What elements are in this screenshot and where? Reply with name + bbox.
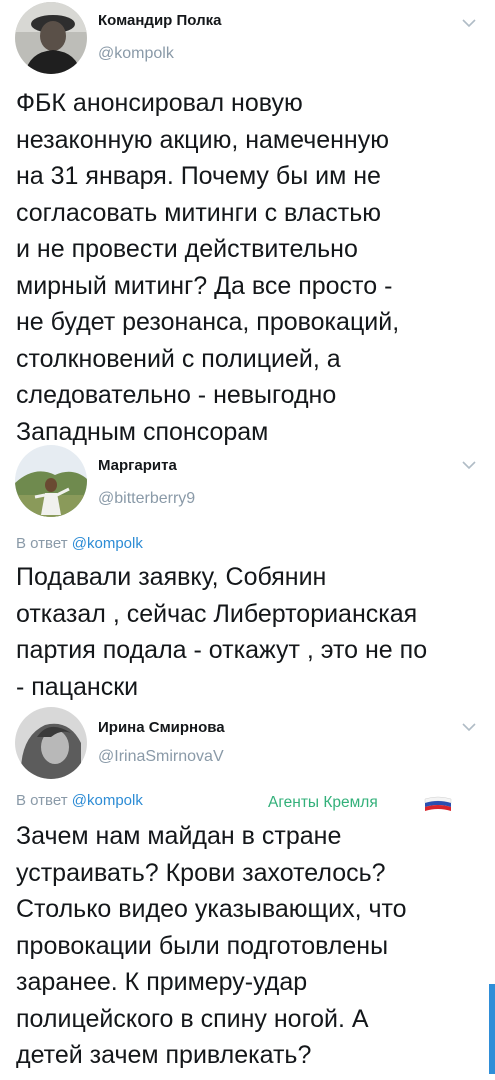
tweet-text: ФБК анонсировал новую незаконную акцию, … bbox=[16, 89, 400, 446]
russian-flag-icon bbox=[424, 796, 452, 811]
avatar[interactable] bbox=[15, 2, 87, 74]
reply-to-link[interactable]: @kompolk bbox=[72, 792, 143, 809]
user-avatar-photo-icon bbox=[15, 445, 87, 517]
reply-prefix: В ответ bbox=[16, 535, 68, 552]
user-avatar-photo-icon bbox=[15, 2, 87, 74]
chevron-down-icon[interactable] bbox=[462, 460, 476, 470]
scrollbar[interactable] bbox=[489, 984, 495, 1074]
author-handle[interactable]: @kompolk bbox=[98, 45, 174, 63]
author-handle[interactable]: @bitterberry9 bbox=[98, 490, 195, 508]
tweet-text: Зачем нам майдан в стране устраивать? Кр… bbox=[16, 822, 407, 1069]
reply-prefix: В ответ bbox=[16, 792, 68, 809]
avatar[interactable] bbox=[15, 445, 87, 517]
tweet-1[interactable]: Командир Полка @kompolk ФБК анонсировал … bbox=[0, 0, 495, 446]
tweet-text: Подавали заявку, Собянин отказал , сейча… bbox=[16, 563, 428, 701]
reply-to-link[interactable]: @kompolk bbox=[72, 535, 143, 552]
kremlin-agents-label: Агенты Кремля bbox=[268, 794, 378, 811]
avatar[interactable] bbox=[15, 707, 87, 779]
user-avatar-photo-icon bbox=[15, 707, 87, 779]
reply-context: В ответ @kompolk bbox=[16, 535, 143, 552]
author-name[interactable]: Командир Полка bbox=[98, 12, 221, 29]
reply-context: В ответ @kompolk bbox=[16, 792, 143, 809]
tweet-2[interactable]: Маргарита @bitterberry9 В ответ @kompolk… bbox=[0, 445, 495, 707]
author-handle[interactable]: @IrinaSmirnovaV bbox=[98, 748, 224, 766]
tweet-3[interactable]: Ирина Смирнова @IrinaSmirnovaV В ответ @… bbox=[0, 707, 495, 1080]
chevron-down-icon[interactable] bbox=[462, 722, 476, 732]
author-name[interactable]: Ирина Смирнова bbox=[98, 719, 225, 736]
author-name[interactable]: Маргарита bbox=[98, 457, 177, 474]
chevron-down-icon[interactable] bbox=[462, 18, 476, 28]
